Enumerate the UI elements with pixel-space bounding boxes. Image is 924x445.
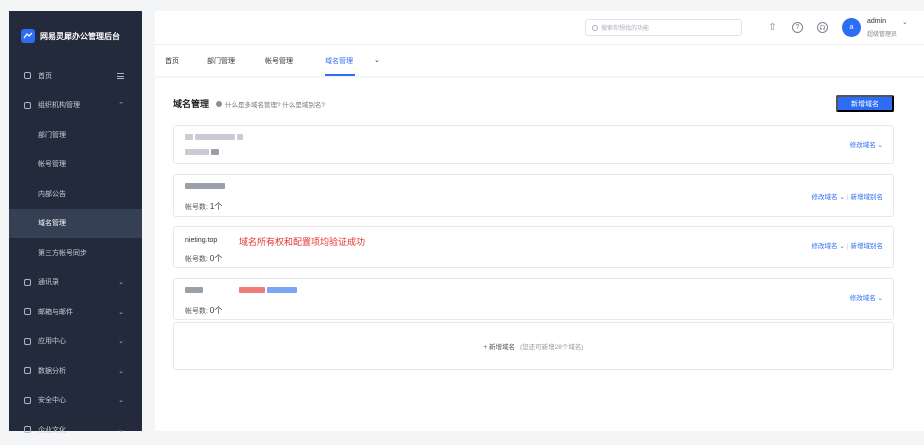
edit-domain-link[interactable]: 修改域名 xyxy=(812,243,838,250)
verification-annotation: 域名所有权和配置项均验证成功 xyxy=(239,237,366,247)
upgrade-icon[interactable]: ⇧ xyxy=(767,22,778,33)
apps-icon xyxy=(24,337,31,345)
chevron-down-icon: ⌄ xyxy=(118,426,124,434)
card-actions: 修改域名 ⌄ | 新增域别名 xyxy=(811,194,884,201)
card-actions: 修改域名 ⌄ xyxy=(849,142,883,149)
support-icon[interactable]: ☊ xyxy=(817,22,828,33)
sidebar-item-domains[interactable]: 域名管理 xyxy=(9,208,142,238)
sidebar-item-mail[interactable]: 邮箱与邮件 ⌄ xyxy=(9,297,142,327)
culture-icon xyxy=(24,426,31,434)
chevron-up-icon: ⌃ xyxy=(118,102,124,110)
sidebar-nav: 首页 组织机构管理 ⌃ 部门管理 帐号管理 内部公告 域名管理 第三方帐号同步 通… xyxy=(9,61,142,445)
chevron-down-icon: ⌄ xyxy=(118,367,124,375)
domain-card: 帐号数: 1个 修改域名 ⌄ | 新增域别名 xyxy=(173,174,894,217)
card-actions: 修改域名 ⌄ xyxy=(849,295,883,302)
add-domain-card[interactable]: + 新增域名 (您还可新增28个域名) xyxy=(173,322,894,370)
tab-departments[interactable]: 部门管理 xyxy=(207,56,235,66)
account-count: 帐号数: 0个 xyxy=(185,306,223,315)
sidebar-item-home[interactable]: 首页 xyxy=(9,61,142,91)
edit-domain-link[interactable]: 修改域名 xyxy=(850,142,876,149)
brand[interactable]: 网易灵犀办公管理后台 xyxy=(9,11,142,61)
user-role: 超级管理员 xyxy=(867,32,898,38)
chevron-down-icon: ⌄ xyxy=(118,279,124,287)
add-domain-hint: (您还可新增28个域名) xyxy=(520,344,584,351)
user-name[interactable]: admin xyxy=(867,18,886,25)
sidebar: 网易灵犀办公管理后台 首页 组织机构管理 ⌃ 部门管理 帐号管理 内部公告 域名管… xyxy=(9,11,142,434)
page-title: 域名管理 xyxy=(173,99,210,109)
domain-card: nieting.top 域名所有权和配置项均验证成功 帐号数: 0个 修改域名 … xyxy=(173,226,894,268)
org-icon xyxy=(24,101,31,109)
domain-card: 帐号数: 0个 修改域名 ⌄ xyxy=(173,278,894,320)
collapse-menu-icon[interactable] xyxy=(117,72,124,79)
domain-name-redacted xyxy=(185,183,225,190)
chevron-down-icon: ⌄ xyxy=(118,338,124,346)
sidebar-item-thirdparty-sync[interactable]: 第三方帐号同步 xyxy=(9,238,142,268)
app-frame: 网易灵犀办公管理后台 首页 组织机构管理 ⌃ 部门管理 帐号管理 内部公告 域名管… xyxy=(9,11,924,434)
chevron-down-icon: ⌄ xyxy=(118,397,124,405)
domain-name-redacted xyxy=(185,134,243,141)
card-actions: 修改域名 ⌄ | 新增域别名 xyxy=(811,243,884,250)
question-icon xyxy=(216,101,222,107)
account-count-redacted xyxy=(185,149,219,156)
sidebar-item-contacts[interactable]: 通讯录 ⌄ xyxy=(9,268,142,298)
active-tab-indicator xyxy=(325,74,355,76)
avatar[interactable]: a xyxy=(842,18,861,37)
tab-domains[interactable]: 域名管理 xyxy=(325,56,353,66)
sidebar-item-security[interactable]: 安全中心 ⌄ xyxy=(9,386,142,416)
search-placeholder: 搜索你想找的功能 xyxy=(601,26,650,32)
main-content: 域名管理 什么是多域名管理? 什么是域别名? 新增域名 修改域名 ⌄ 帐号数: … xyxy=(155,78,924,431)
tab-accounts[interactable]: 帐号管理 xyxy=(265,56,293,66)
add-alias-link[interactable]: 新增域别名 xyxy=(851,194,884,201)
add-domain-link[interactable]: + 新增域名 xyxy=(483,341,515,351)
chevron-down-icon: ⌄ xyxy=(118,308,124,316)
mail-icon xyxy=(24,308,31,316)
account-count: 帐号数: 0个 xyxy=(185,254,223,263)
sidebar-item-org[interactable]: 组织机构管理 ⌃ xyxy=(9,91,142,121)
app-title: 网易灵犀办公管理后台 xyxy=(40,31,120,41)
sidebar-item-culture[interactable]: 企业文化 ⌄ xyxy=(9,415,142,445)
sidebar-item-dept[interactable]: 部门管理 xyxy=(9,120,142,150)
logo-icon xyxy=(21,29,35,43)
sidebar-item-notice[interactable]: 内部公告 xyxy=(9,179,142,209)
account-count: 帐号数: 1个 xyxy=(185,202,223,211)
shield-icon xyxy=(24,396,31,404)
search-icon xyxy=(592,24,598,31)
add-domain-button[interactable]: 新增域名 xyxy=(836,95,894,112)
help-icon[interactable]: ? xyxy=(792,22,803,33)
analytics-icon xyxy=(24,367,31,375)
home-icon xyxy=(24,72,31,80)
domain-name-redacted xyxy=(185,287,297,294)
contacts-icon xyxy=(24,278,31,286)
sidebar-item-accounts[interactable]: 帐号管理 xyxy=(9,150,142,180)
tabs-more-chevron-icon[interactable]: ⌄ xyxy=(374,56,380,64)
edit-domain-link[interactable]: 修改域名 xyxy=(850,295,876,302)
sidebar-item-apps[interactable]: 应用中心 ⌄ xyxy=(9,327,142,357)
topbar: 搜索你想找的功能 ⇧ ? ☊ a admin 超级管理员 ⌄ xyxy=(155,11,924,44)
tab-home[interactable]: 首页 xyxy=(165,56,179,66)
tab-bar: 首页 部门管理 帐号管理 域名管理 ⌄ xyxy=(155,44,924,76)
help-link[interactable]: 什么是多域名管理? 什么是域别名? xyxy=(216,99,325,109)
domain-name: nieting.top xyxy=(185,237,218,244)
add-alias-link[interactable]: 新增域别名 xyxy=(851,243,884,250)
domain-card: 修改域名 ⌄ xyxy=(173,125,894,164)
search-input[interactable]: 搜索你想找的功能 xyxy=(585,19,742,36)
sidebar-item-analytics[interactable]: 数据分析 ⌄ xyxy=(9,356,142,386)
chevron-down-icon[interactable]: ⌄ xyxy=(902,18,908,26)
edit-domain-link[interactable]: 修改域名 xyxy=(812,194,838,201)
